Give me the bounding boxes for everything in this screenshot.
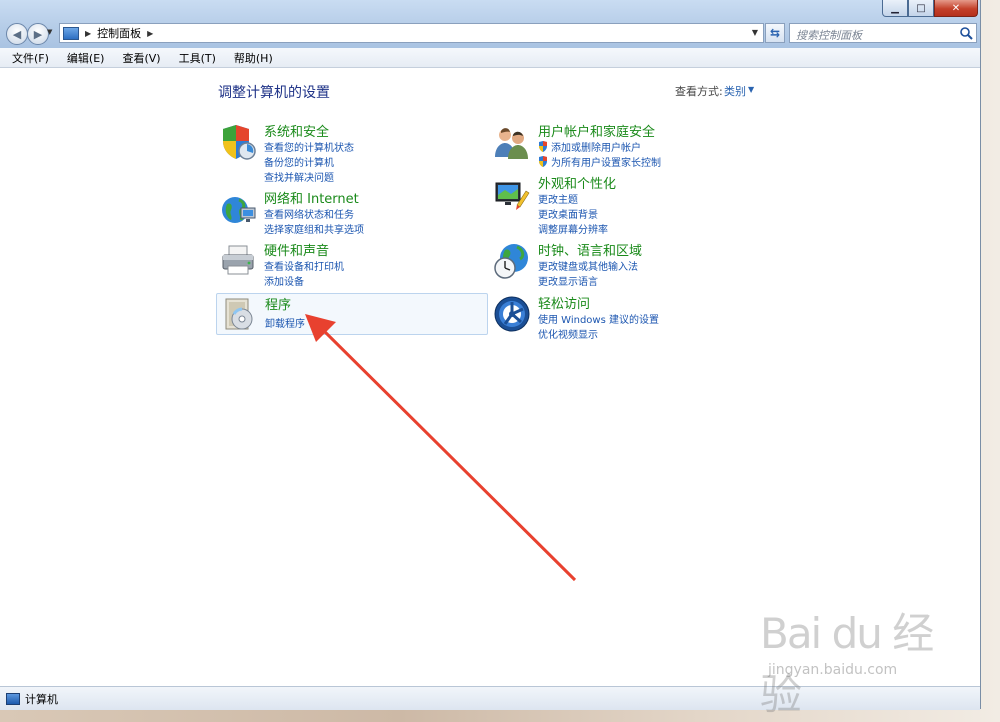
category-link[interactable]: 添加设备 (264, 273, 304, 288)
category-programs[interactable]: 程序 卸载程序 (216, 293, 488, 335)
content-area: 调整计算机的设置 查看方式: 类别 ▼ 系统和安全 查看您的计算机状态 备份您的… (0, 68, 980, 686)
category-link[interactable]: 更改键盘或其他输入法 (538, 258, 638, 273)
category-link[interactable]: 更改桌面背景 (538, 206, 598, 221)
window-controls: ▁ □ ✕ (882, 0, 978, 17)
category-link[interactable]: 更改显示语言 (538, 273, 598, 288)
watermark-logo: Bai du 经验 (760, 609, 934, 719)
status-text: 计算机 (25, 692, 58, 706)
menu-tools[interactable]: 工具(T) (169, 50, 224, 66)
search-placeholder: 搜索控制面板 (796, 29, 862, 42)
uac-shield-icon (539, 156, 547, 167)
category-title[interactable]: 网络和 Internet (264, 188, 359, 207)
category-clock-region: 时钟、语言和区域 更改键盘或其他输入法 更改显示语言 (490, 240, 762, 290)
maximize-button[interactable]: □ (908, 0, 934, 17)
forward-arrow-icon: ▶ (33, 27, 43, 41)
category-title[interactable]: 系统和安全 (264, 121, 329, 140)
search-input[interactable]: 搜索控制面板 (789, 23, 977, 43)
forward-button[interactable]: ▶ (27, 23, 49, 45)
category-ease-of-access: 轻松访问 使用 Windows 建议的设置 优化视频显示 (490, 293, 762, 343)
menu-file[interactable]: 文件(F) (0, 50, 57, 66)
menu-view[interactable]: 查看(V) (112, 50, 168, 66)
category-title[interactable]: 轻松访问 (538, 293, 590, 312)
baidu-watermark: Bai du 经验 jingyan.baidu.com (760, 600, 960, 719)
watermark-url: jingyan.baidu.com (768, 662, 898, 678)
category-link[interactable]: 查看设备和打印机 (264, 258, 344, 273)
printer-icon[interactable] (219, 242, 257, 280)
category-link[interactable]: 调整屏幕分辨率 (538, 221, 608, 236)
category-link[interactable]: 查看网络状态和任务 (264, 206, 354, 221)
recent-pages-dropdown[interactable]: ▼ (47, 28, 52, 36)
category-title[interactable]: 外观和个性化 (538, 173, 616, 192)
breadcrumb-chevron-icon[interactable]: ▶ (147, 29, 153, 38)
address-dropdown-icon[interactable]: ▼ (752, 28, 758, 37)
back-arrow-icon: ◀ (12, 27, 22, 41)
monitor-paint-icon[interactable] (493, 175, 531, 213)
breadcrumb-chevron-icon[interactable]: ▶ (85, 29, 91, 38)
view-by-label: 查看方式: (675, 85, 723, 98)
category-network-internet: 网络和 Internet 查看网络状态和任务 选择家庭组和共享选项 (216, 188, 488, 238)
uac-shield-icon (539, 141, 547, 152)
refresh-icon: ⇆ (769, 26, 781, 40)
breadcrumb-control-panel[interactable]: 控制面板 (97, 25, 141, 41)
menu-bar: 文件(F) 编辑(E) 查看(V) 工具(T) 帮助(H) (0, 48, 980, 68)
category-user-accounts: 用户帐户和家庭安全 添加或删除用户帐户 为所有用户设置家长控制 (490, 121, 762, 171)
control-panel-icon (63, 26, 79, 40)
category-link[interactable]: 查看您的计算机状态 (264, 139, 354, 154)
search-icon[interactable] (959, 26, 973, 40)
category-link[interactable]: 查找并解决问题 (264, 169, 334, 184)
computer-icon (6, 692, 20, 705)
network-globe-icon[interactable] (219, 190, 257, 228)
back-button[interactable]: ◀ (6, 23, 28, 45)
ease-of-access-icon[interactable] (493, 295, 531, 333)
view-by-caret-icon[interactable]: ▼ (748, 85, 754, 94)
category-title[interactable]: 时钟、语言和区域 (538, 240, 642, 259)
category-hardware-sound: 硬件和声音 查看设备和打印机 添加设备 (216, 240, 488, 290)
page-title: 调整计算机的设置 (218, 85, 330, 101)
menu-edit[interactable]: 编辑(E) (57, 50, 113, 66)
category-link[interactable]: 优化视频显示 (538, 326, 598, 341)
title-bar: ▁ □ ✕ ◀ ▶ ▼ ▶ 控制面板 ▶ ▼ ⇆ 搜索控制面板 (0, 0, 980, 48)
programs-icon[interactable] (220, 295, 258, 333)
minimize-button[interactable]: ▁ (882, 0, 908, 17)
category-link[interactable]: 选择家庭组和共享选项 (264, 221, 364, 236)
category-appearance: 外观和个性化 更改主题 更改桌面背景 调整屏幕分辨率 (490, 173, 762, 236)
category-title[interactable]: 用户帐户和家庭安全 (538, 121, 655, 140)
users-icon[interactable] (493, 123, 531, 161)
category-link[interactable]: 添加或删除用户帐户 (551, 139, 641, 154)
category-system-security: 系统和安全 查看您的计算机状态 备份您的计算机 查找并解决问题 (216, 121, 488, 184)
clock-globe-icon[interactable] (493, 242, 531, 280)
category-link[interactable]: 为所有用户设置家长控制 (551, 154, 661, 169)
view-by-dropdown[interactable]: 类别 (724, 83, 746, 99)
close-button[interactable]: ✕ (934, 0, 978, 17)
shield-icon[interactable] (219, 123, 257, 161)
category-title[interactable]: 程序 (265, 294, 291, 313)
refresh-button[interactable]: ⇆ (765, 23, 785, 43)
address-bar[interactable]: ▶ 控制面板 ▶ ▼ (59, 23, 764, 43)
category-link[interactable]: 更改主题 (538, 191, 578, 206)
category-link[interactable]: 使用 Windows 建议的设置 (538, 311, 659, 326)
uninstall-program-link[interactable]: 卸载程序 (265, 315, 305, 330)
category-title[interactable]: 硬件和声音 (264, 240, 329, 259)
category-link[interactable]: 备份您的计算机 (264, 154, 334, 169)
menu-help[interactable]: 帮助(H) (224, 50, 281, 66)
